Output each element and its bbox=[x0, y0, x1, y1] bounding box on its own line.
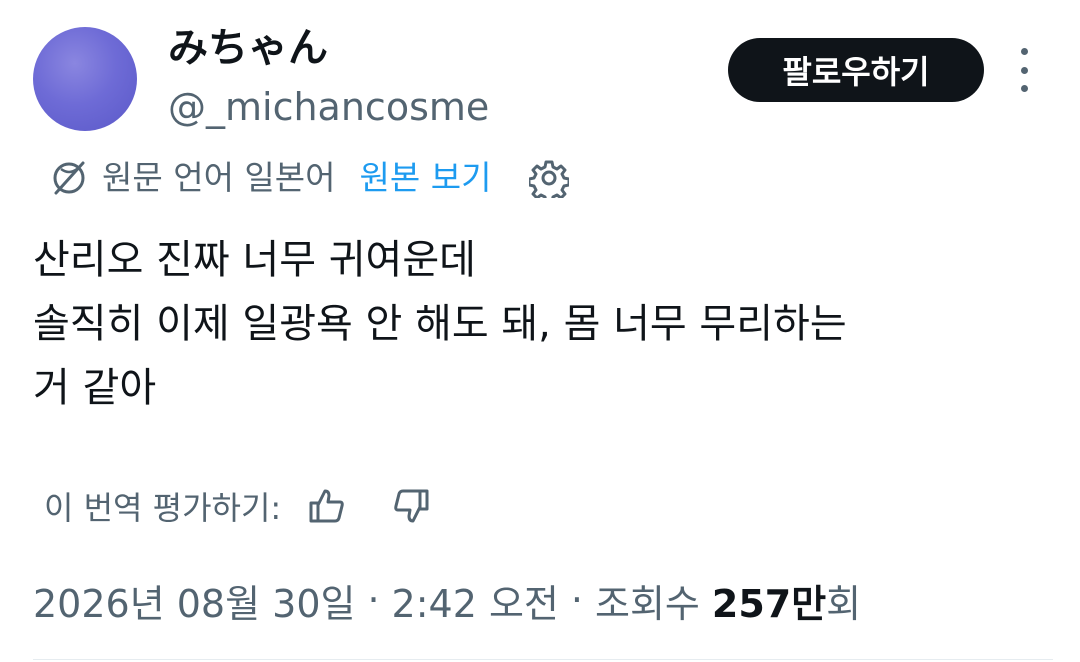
tweet-line: 거 같아 bbox=[33, 365, 157, 411]
gear-icon[interactable] bbox=[529, 158, 570, 198]
source-language-label: 원문 언어 일본어 bbox=[102, 158, 336, 197]
meta-separator: · bbox=[367, 578, 380, 622]
thumbs-up-icon[interactable] bbox=[307, 486, 347, 526]
more-options-icon[interactable] bbox=[1010, 48, 1038, 92]
avatar[interactable] bbox=[33, 27, 137, 131]
rating-prompt: 이 번역 평가하기: bbox=[44, 489, 282, 527]
meta-separator: · bbox=[570, 578, 583, 622]
views-count: 257만 bbox=[711, 581, 827, 626]
view-original-link[interactable]: 원본 보기 bbox=[360, 150, 492, 206]
tweet-time[interactable]: 2:42 오전 bbox=[392, 573, 559, 628]
translation-rating: 이 번역 평가하기: bbox=[44, 480, 431, 532]
translate-globe-icon bbox=[53, 161, 85, 195]
divider bbox=[33, 659, 1053, 660]
follow-button[interactable]: 팔로우하기 bbox=[728, 38, 984, 102]
tweet-text: 산리오 진짜 너무 귀여운데 솔직히 이제 일광욕 안 해도 돼, 몸 너무 무… bbox=[33, 228, 1053, 420]
author-display-name[interactable]: みちゃん bbox=[168, 22, 328, 74]
more-dot bbox=[1020, 48, 1028, 55]
tweet-metadata: 2026년 08월 30일 · 2:42 오전 · 조회수 257만 회 bbox=[33, 572, 861, 628]
more-dot bbox=[1020, 66, 1028, 74]
tweet-date[interactable]: 2026년 08월 30일 bbox=[33, 573, 355, 628]
views-suffix: 회 bbox=[826, 581, 862, 626]
translation-bar: 원문 언어 일본어 원본 보기 bbox=[46, 150, 570, 206]
tweet-line: 산리오 진짜 너무 귀여운데 bbox=[33, 237, 476, 283]
tweet-line: 솔직히 이제 일광욕 안 해도 돼, 몸 너무 무리하는 bbox=[33, 301, 847, 347]
more-dot bbox=[1020, 85, 1028, 92]
thumbs-down-icon[interactable] bbox=[391, 486, 431, 526]
author-handle[interactable]: @_michancosme bbox=[168, 82, 489, 132]
views-label: 조회수 bbox=[594, 581, 700, 626]
